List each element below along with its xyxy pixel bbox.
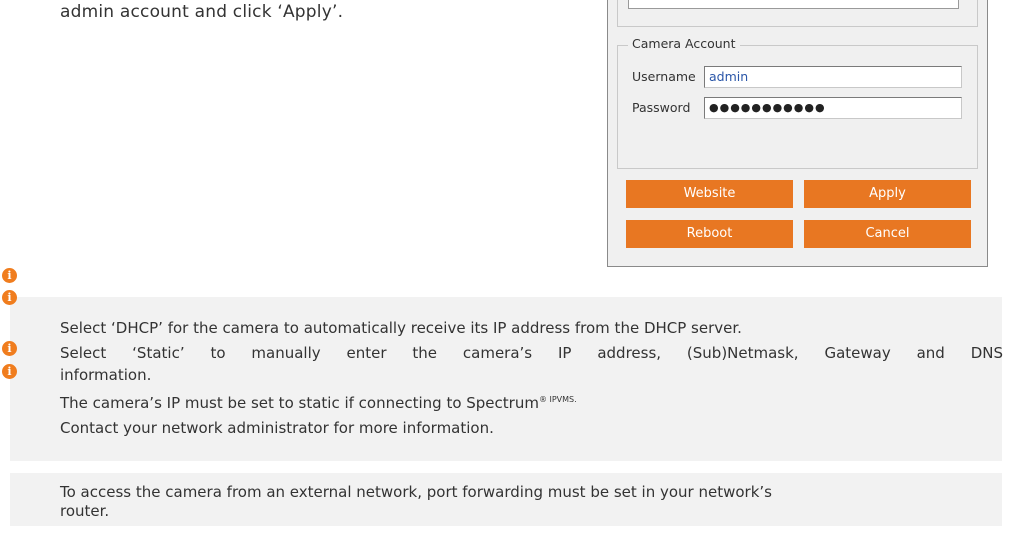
- note-line-spectrum-text: The camera’s IP must be set to static if…: [60, 394, 539, 412]
- info-icon: i: [2, 364, 17, 379]
- port-forwarding-note-box: To access the camera from an external ne…: [10, 473, 1002, 526]
- upper-settings-field[interactable]: [628, 0, 959, 9]
- info-icon: i: [2, 290, 17, 305]
- cancel-button[interactable]: Cancel: [804, 220, 971, 248]
- intro-text: admin account and click ‘Apply’.: [60, 2, 344, 22]
- username-label: Username: [632, 69, 696, 84]
- camera-settings-dialog: Camera Account Username admin Password ●…: [607, 0, 988, 267]
- password-label: Password: [632, 100, 691, 115]
- upper-settings-group: [617, 0, 978, 27]
- note-line-spectrum: The camera’s IP must be set to static if…: [60, 394, 577, 412]
- camera-account-title: Camera Account: [628, 36, 740, 51]
- note-line-port-forwarding: To access the camera from an external ne…: [60, 483, 772, 501]
- note-line-router: router.: [60, 502, 110, 520]
- password-input[interactable]: ●●●●●●●●●●●: [704, 97, 962, 119]
- camera-account-group: Camera Account Username admin Password ●…: [617, 36, 978, 169]
- username-input[interactable]: admin: [704, 66, 962, 88]
- apply-button[interactable]: Apply: [804, 180, 971, 208]
- info-icon: i: [2, 268, 17, 283]
- note-line-information: information.: [60, 366, 152, 384]
- reboot-button[interactable]: Reboot: [626, 220, 793, 248]
- note-line-dhcp: Select ‘DHCP’ for the camera to automati…: [60, 319, 742, 337]
- note-line-contact: Contact your network administrator for m…: [60, 419, 494, 437]
- note-line-static: Select ‘Static’ to manually enter the ca…: [60, 344, 1003, 362]
- info-icon: i: [2, 341, 17, 356]
- network-note-box: Select ‘DHCP’ for the camera to automati…: [10, 297, 1003, 461]
- website-button[interactable]: Website: [626, 180, 793, 208]
- registered-mark: ® IPVMS.: [538, 395, 577, 404]
